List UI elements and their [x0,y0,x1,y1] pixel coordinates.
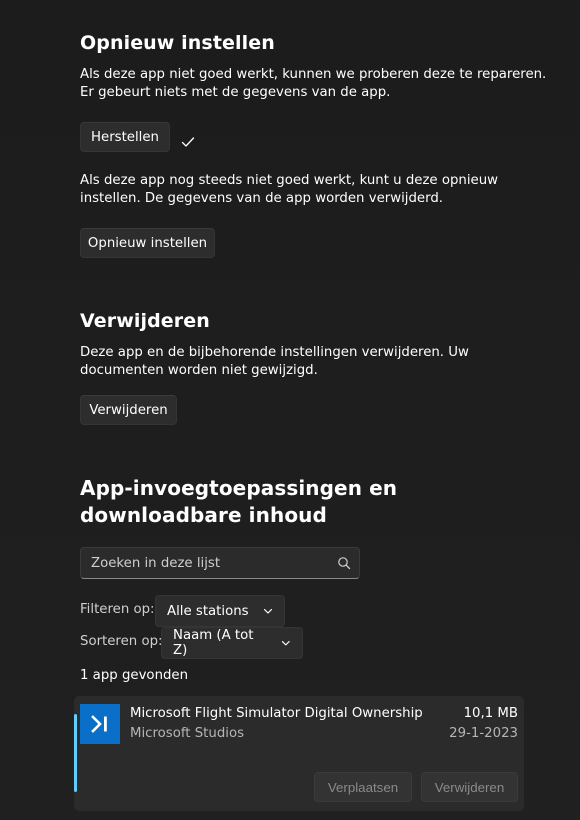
repair-description: Als deze app niet goed werkt, kunnen we … [80,67,547,100]
checkmark-icon [181,137,195,147]
remove-button[interactable]: Verwijderen [80,395,177,425]
addon-date: 29-1-2023 [449,726,518,741]
repair-button[interactable]: Herstellen [80,122,170,152]
addon-name: Microsoft Flight Simulator Digital Owner… [130,706,423,721]
result-count: 1 app gevonden [80,668,189,683]
sort-label: Sorteren op: [80,634,163,649]
chevron-down-icon [263,608,272,614]
filter-label: Filteren op: [80,602,155,617]
search-input[interactable] [91,554,327,572]
reset-section-title: Opnieuw instellen [80,32,275,54]
sort-dropdown[interactable]: Naam (A tot Z) [161,627,303,659]
addons-section-title: App-invoegtoepassingen en downloadbare i… [80,476,398,527]
remove-description: Deze app en de bijbehorende instellingen… [80,345,469,378]
addon-publisher: Microsoft Studios [130,726,245,741]
flight-simulator-app-icon [80,704,120,744]
filter-dropdown[interactable]: Alle stations [155,595,285,627]
reset-description: Als deze app nog steeds niet goed werkt,… [80,173,499,206]
filter-value: Alle stations [167,603,249,619]
app-settings-page: Opnieuw instellen Als deze app niet goed… [0,0,580,820]
remove-section-title: Verwijderen [80,310,210,332]
sort-value: Naam (A tot Z) [173,628,254,658]
move-button[interactable]: Verplaatsen [314,772,412,802]
search-icon[interactable] [337,556,351,570]
selection-indicator [74,714,77,792]
search-box [80,547,360,579]
uninstall-addon-button[interactable]: Verwijderen [421,772,518,802]
chevron-down-icon [282,640,291,646]
addon-size: 10,1 MB [463,706,518,721]
addon-list-item[interactable]: Microsoft Flight Simulator Digital Owner… [74,696,524,811]
reset-button[interactable]: Opnieuw instellen [80,228,215,258]
